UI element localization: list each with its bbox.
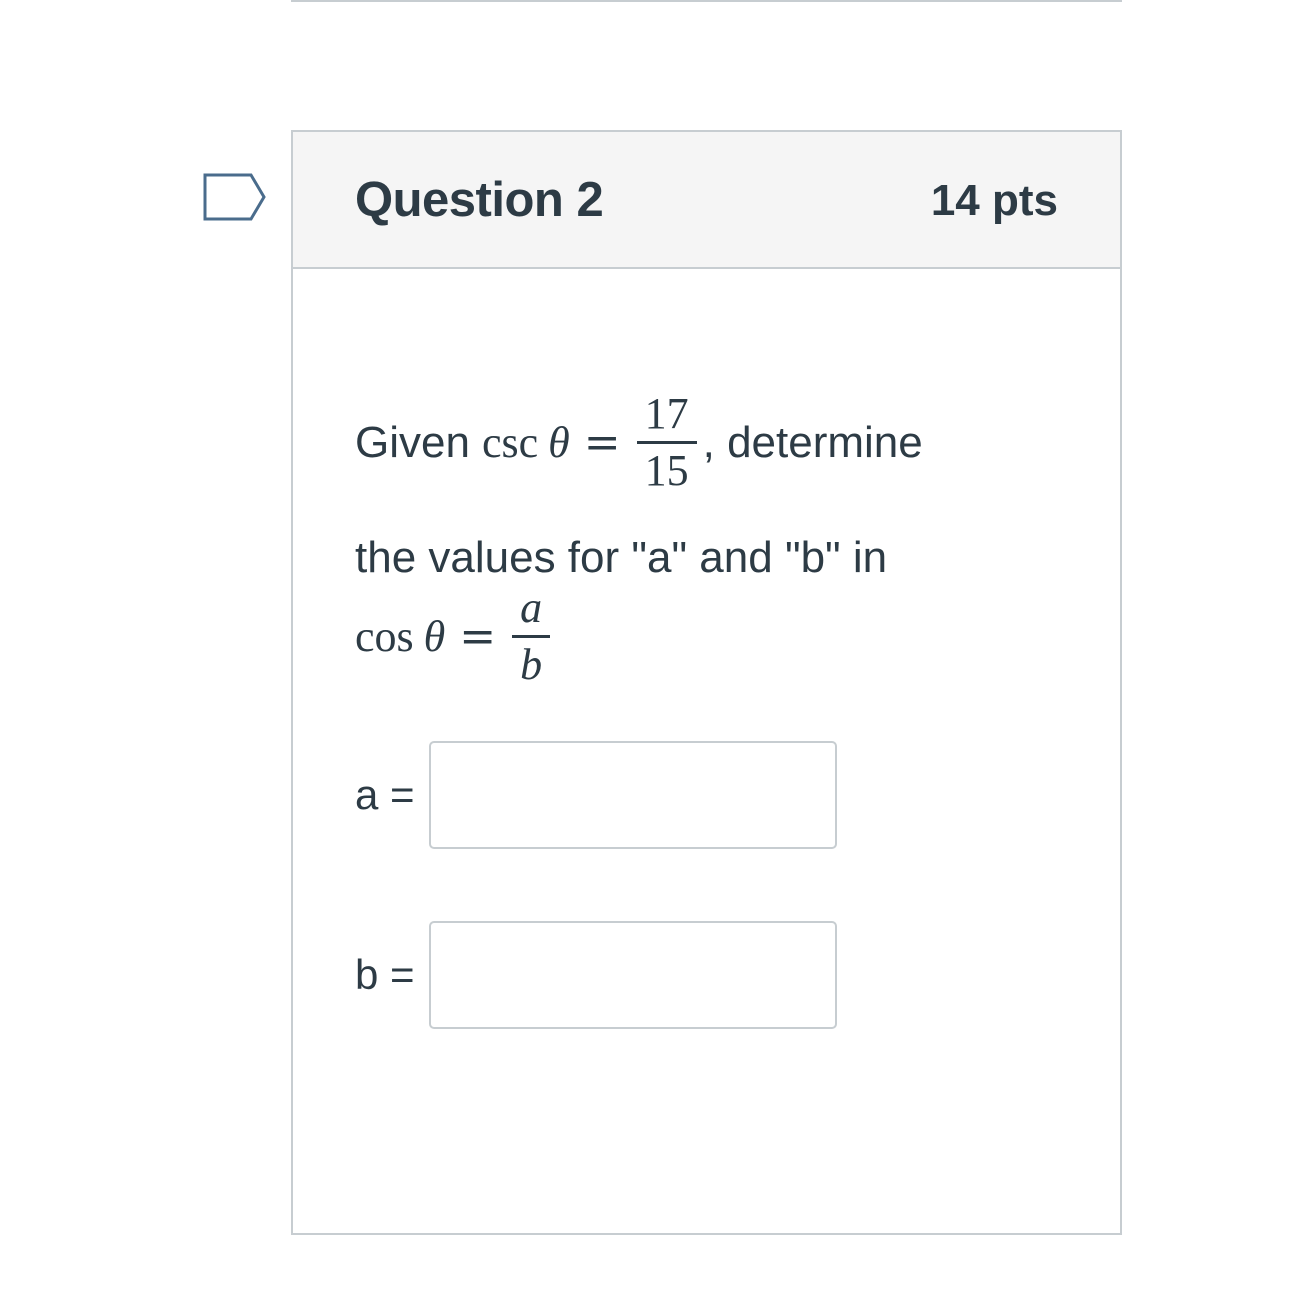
prompt-line-3: cos θ = a b bbox=[355, 584, 556, 690]
equals-sign: = bbox=[459, 611, 497, 663]
prompt-line-2: the values for "a" and "b" in bbox=[355, 533, 888, 582]
csc-denominator: 15 bbox=[644, 446, 689, 496]
cos-fraction: a b bbox=[512, 584, 551, 690]
answer-label-a: a = bbox=[355, 771, 415, 818]
csc-function: csc bbox=[481, 418, 539, 468]
answer-row-a: a = bbox=[355, 741, 837, 849]
cos-function: cos bbox=[355, 612, 414, 662]
answer-input-b[interactable] bbox=[428, 921, 837, 1029]
csc-numerator: 17 bbox=[636, 390, 697, 445]
previous-question-card-edge bbox=[291, 0, 1122, 2]
cos-denominator: b bbox=[520, 640, 543, 690]
question-header: Question 2 14 pts bbox=[293, 132, 1120, 269]
equals-sign: = bbox=[583, 417, 621, 469]
answer-label-b: b = bbox=[355, 951, 415, 998]
question-card: Question 2 14 pts Given csc θ = 17 15 , … bbox=[291, 130, 1122, 1235]
csc-fraction: 17 15 bbox=[636, 390, 697, 496]
question-title: Question 2 bbox=[355, 173, 604, 227]
answer-input-a[interactable] bbox=[428, 741, 837, 849]
cos-numerator: a bbox=[512, 584, 551, 639]
prompt-given-text: Given bbox=[355, 417, 470, 467]
theta-symbol: θ bbox=[423, 612, 446, 662]
flag-bookmark-icon[interactable] bbox=[201, 172, 267, 222]
theta-symbol: θ bbox=[548, 418, 570, 468]
quiz-page: Question 2 14 pts Given csc θ = 17 15 , … bbox=[0, 0, 1313, 1313]
answer-row-b: b = bbox=[355, 921, 837, 1029]
prompt-line-1: Given csc θ = 17 15 , determine bbox=[355, 390, 923, 496]
prompt-determine-text: , determine bbox=[702, 417, 923, 467]
question-points: 14 pts bbox=[930, 176, 1058, 225]
